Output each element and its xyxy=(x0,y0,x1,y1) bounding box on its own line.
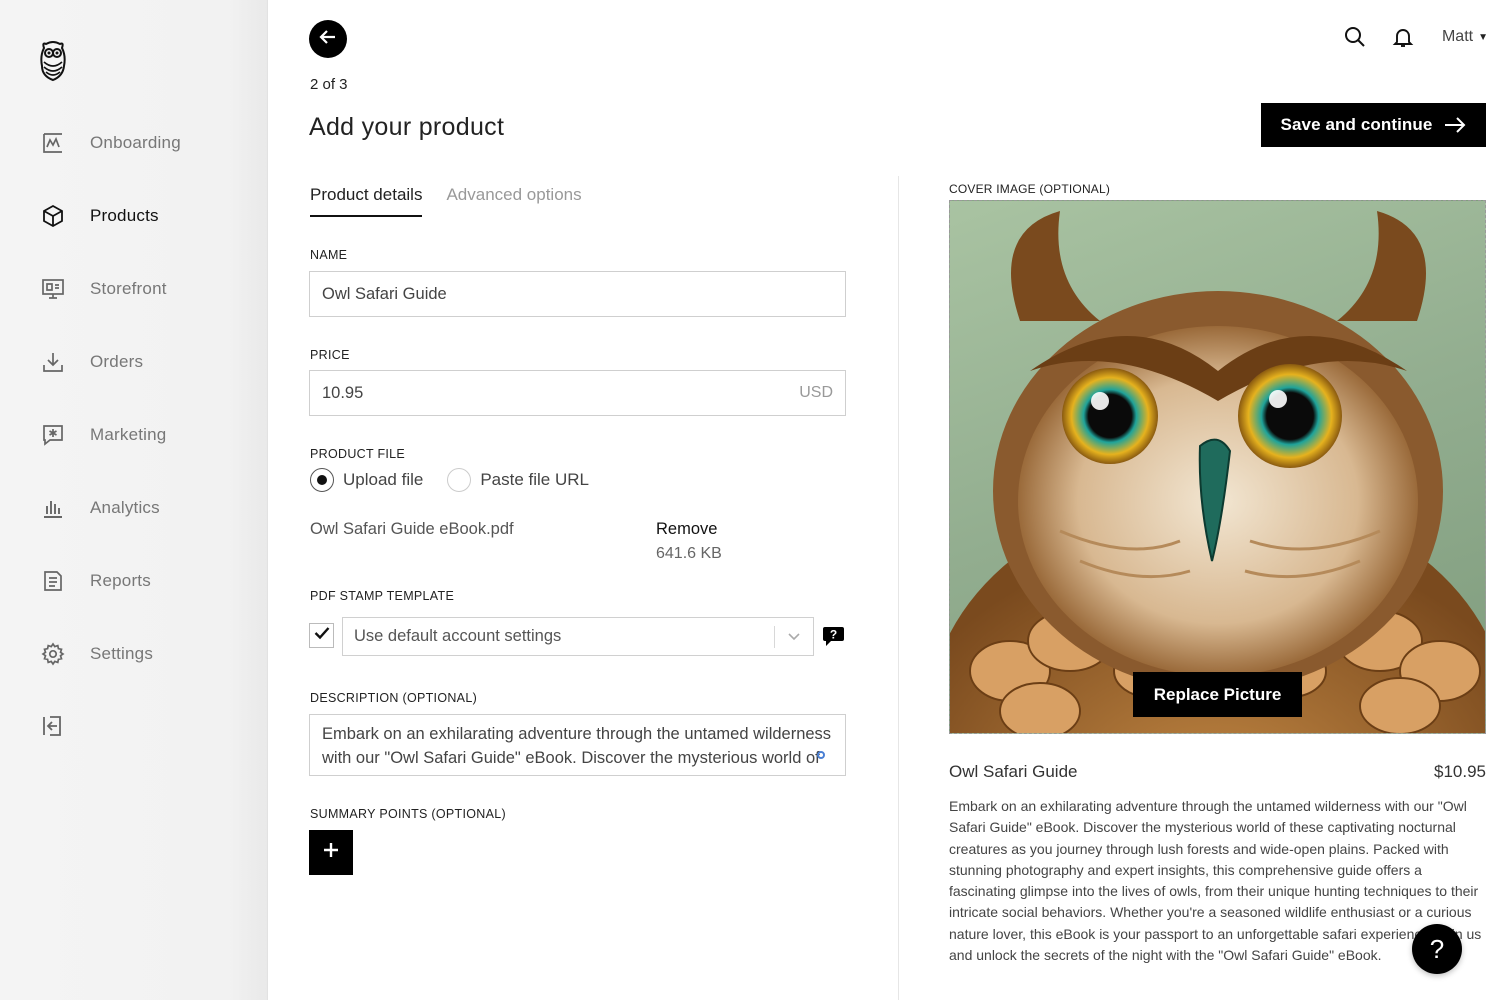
download-tray-icon xyxy=(40,349,66,375)
column-divider xyxy=(898,176,899,1000)
price-label: PRICE xyxy=(310,348,350,362)
stamp-template-select[interactable]: Use default account settings xyxy=(342,617,814,656)
file-size: 641.6 KB xyxy=(656,545,722,562)
sidebar-item-reports[interactable]: Reports xyxy=(40,566,151,596)
user-menu[interactable]: Matt ▼ xyxy=(1442,28,1488,46)
user-name: Matt xyxy=(1441,28,1474,45)
sidebar-item-label: Onboarding xyxy=(90,133,181,152)
preview-title: Owl Safari Guide xyxy=(949,762,1078,781)
sidebar-item-marketing[interactable]: Marketing xyxy=(40,420,166,450)
sidebar-item-label: Marketing xyxy=(90,425,167,444)
checkmark-icon xyxy=(314,626,330,645)
cover-image xyxy=(949,200,1486,734)
logout-icon xyxy=(40,713,66,739)
upload-file-label[interactable]: Upload file xyxy=(343,470,423,490)
add-summary-point-button[interactable] xyxy=(309,830,353,875)
upload-file-radio[interactable] xyxy=(310,468,334,492)
tab-product-details[interactable]: Product details xyxy=(310,185,423,217)
sidebar-item-label: Storefront xyxy=(90,279,167,298)
select-separator xyxy=(774,626,775,648)
remove-file-link[interactable]: Remove xyxy=(656,520,717,539)
bell-icon[interactable] xyxy=(1390,24,1416,50)
help-button[interactable]: ? xyxy=(1412,924,1462,974)
arrow-left-icon xyxy=(318,27,338,52)
box-icon xyxy=(40,203,66,229)
chevron-down-icon xyxy=(785,627,803,650)
logout-button[interactable] xyxy=(40,711,66,741)
sidebar-item-label: Orders xyxy=(90,352,144,371)
page-title: Add your product xyxy=(309,113,505,141)
price-input[interactable]: 10.95 USD xyxy=(309,370,846,416)
description-text: Embark on an exhilarating adventure thro… xyxy=(322,725,832,775)
tab-advanced-options[interactable]: Advanced options xyxy=(446,185,581,217)
search-icon[interactable] xyxy=(1342,24,1368,50)
preview-price: $10.95 xyxy=(1434,762,1486,781)
sidebar: Onboarding Products Storefront Orders Ma… xyxy=(0,0,268,1000)
cover-image-label: COVER IMAGE (OPTIONAL) xyxy=(949,182,1111,196)
product-file-label: PRODUCT FILE xyxy=(310,447,406,461)
sidebar-item-label: Settings xyxy=(90,644,154,663)
document-icon xyxy=(40,568,66,594)
monitor-icon xyxy=(40,276,66,302)
tab-bar: Product details Advanced options xyxy=(310,185,606,217)
bar-chart-icon xyxy=(40,495,66,521)
currency-suffix: USD xyxy=(799,384,833,401)
name-input[interactable]: Owl Safari Guide xyxy=(309,271,846,317)
top-toolbar: Matt ▼ xyxy=(1342,24,1488,50)
sidebar-item-label: Analytics xyxy=(90,498,160,517)
uploaded-file-name: Owl Safari Guide eBook.pdf xyxy=(310,520,514,538)
gear-icon xyxy=(40,641,66,667)
chevron-down-icon: ▼ xyxy=(1478,31,1488,43)
sidebar-item-settings[interactable]: Settings xyxy=(40,639,153,669)
description-textarea[interactable]: Embark on an exhilarating adventure thro… xyxy=(309,714,846,776)
sidebar-item-label: Reports xyxy=(90,571,151,590)
preview-description: Embark on an exhilarating adventure thro… xyxy=(949,798,1482,964)
plus-icon xyxy=(322,841,340,864)
sidebar-item-onboarding[interactable]: Onboarding xyxy=(40,128,181,158)
arrow-right-icon xyxy=(1444,116,1466,134)
pdf-stamp-label: PDF STAMP TEMPLATE xyxy=(310,589,455,603)
price-input-value: 10.95 xyxy=(322,383,364,402)
grammar-indicator-icon[interactable] xyxy=(817,751,825,759)
svg-text:?: ? xyxy=(830,628,837,642)
stamp-select-value: Use default account settings xyxy=(354,627,562,645)
megaphone-icon xyxy=(40,422,66,448)
paste-url-label[interactable]: Paste file URL xyxy=(480,470,589,490)
stamp-checkbox[interactable] xyxy=(309,623,334,648)
step-indicator: 2 of 3 xyxy=(310,76,348,93)
replace-picture-button[interactable]: Replace Picture xyxy=(1133,672,1302,717)
file-source-radio-group: Upload file Paste file URL xyxy=(310,468,613,492)
sidebar-item-storefront[interactable]: Storefront xyxy=(40,274,167,304)
paste-url-radio[interactable] xyxy=(447,468,472,492)
back-button[interactable] xyxy=(309,20,347,58)
summary-points-label: SUMMARY POINTS (OPTIONAL) xyxy=(310,807,506,821)
name-label: NAME xyxy=(310,248,348,262)
owl-logo-icon[interactable] xyxy=(38,40,68,82)
owl-illustration xyxy=(950,211,1485,733)
sidebar-item-orders[interactable]: Orders xyxy=(40,347,143,377)
save-and-continue-button[interactable]: Save and continue xyxy=(1261,103,1486,147)
description-label: DESCRIPTION (OPTIONAL) xyxy=(310,691,478,705)
chart-frame-icon xyxy=(40,130,66,156)
sidebar-item-label: Products xyxy=(90,206,159,225)
name-input-value: Owl Safari Guide xyxy=(322,284,447,303)
help-bubble-icon[interactable]: ? xyxy=(822,626,845,647)
sidebar-item-analytics[interactable]: Analytics xyxy=(40,493,160,523)
sidebar-item-products[interactable]: Products xyxy=(40,201,159,231)
save-button-label: Save and continue xyxy=(1280,115,1433,134)
